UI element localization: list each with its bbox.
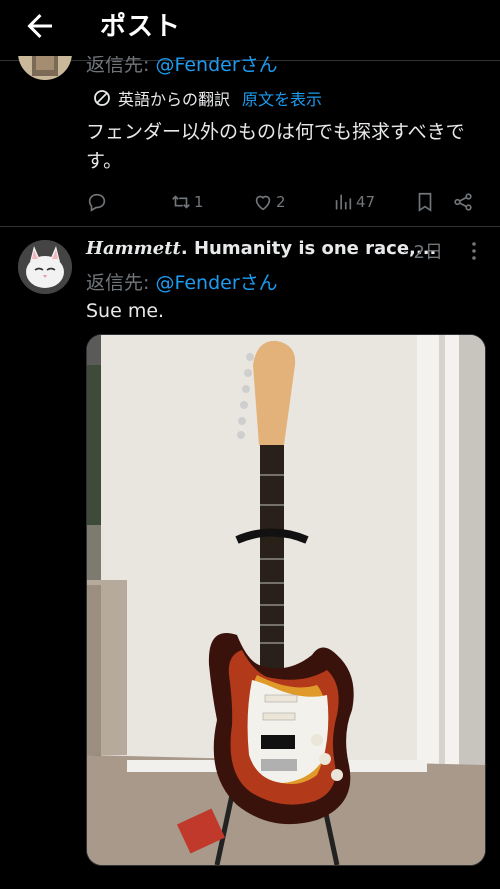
tweet-divider [0,226,500,227]
reply-button[interactable] [86,188,108,216]
share-icon [454,193,472,211]
views-button[interactable]: 47 [332,188,375,216]
show-original-link[interactable]: 原文を表示 [242,86,322,110]
timestamp[interactable]: · 2日 [402,238,443,264]
retweet-button[interactable]: 1 [170,188,204,216]
reply-to-line: 返信先: @Fenderさん [86,272,278,294]
tweet2-header: Hammett. Humanity is one race,... · 2日 [86,238,486,264]
retweet-count: 1 [194,193,204,211]
translate-icon [94,90,110,106]
reply-handle-link[interactable]: @Fenderさん [155,54,277,76]
tweet-text: フェンダー以外のものは何でも探求すべきです。 [86,121,465,172]
reply-icon [88,193,106,212]
like-button[interactable]: 2 [252,188,286,216]
back-arrow-icon[interactable] [22,8,58,44]
views-icon [335,194,352,210]
tweet1-actions: 1 2 47 [0,188,500,216]
bookmark-icon [418,192,432,212]
more-icon[interactable] [464,240,484,262]
tweet-media-image[interactable] [86,334,486,866]
retweet-icon [172,195,190,209]
page-title: ポスト [100,12,182,42]
tweet-text: Sue me. [86,300,165,322]
reply-handle-link[interactable]: @Fenderさん [155,272,277,294]
top-bar: ポスト [0,0,500,56]
like-icon [255,195,271,211]
bookmark-button[interactable] [414,188,436,216]
translated-from-label: 英語からの翻訳 [118,90,231,109]
like-count: 2 [276,193,286,211]
translation-row: 英語からの翻訳 原文を表示 [92,86,322,110]
display-name[interactable]: Hammett. Humanity is one race,... [86,238,436,259]
share-button[interactable] [452,188,474,216]
avatar[interactable] [18,240,72,294]
views-count: 47 [356,193,376,211]
